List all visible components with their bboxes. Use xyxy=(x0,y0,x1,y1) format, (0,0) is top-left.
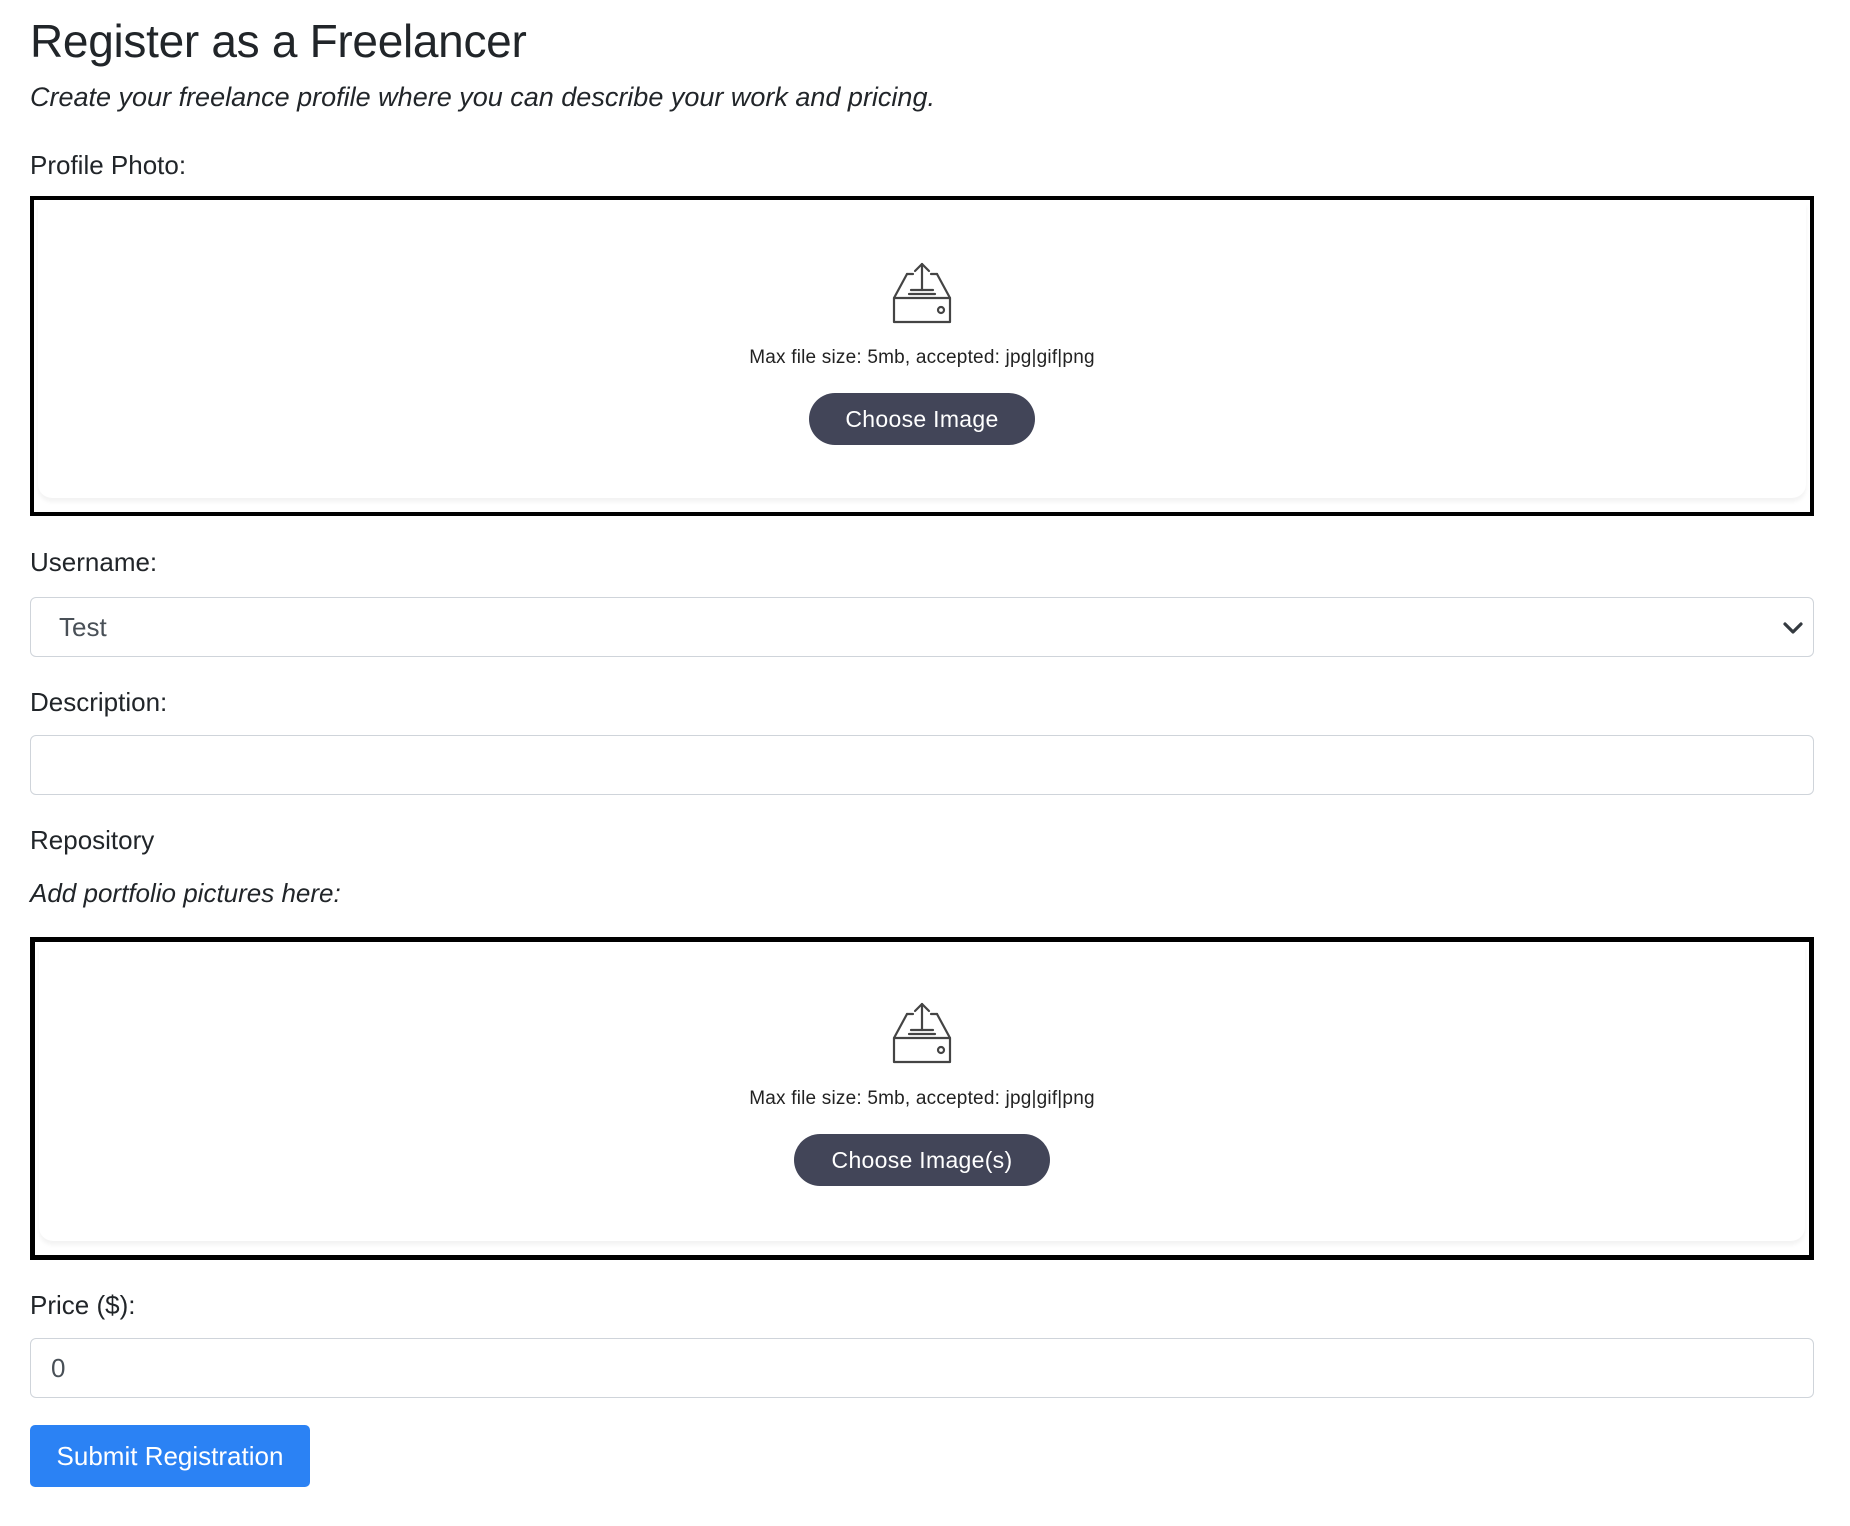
repository-sublabel: Add portfolio pictures here: xyxy=(30,878,341,908)
price-field[interactable] xyxy=(30,1338,1814,1398)
repository-label: Repository xyxy=(30,825,155,855)
price-label: Price ($): xyxy=(30,1290,136,1320)
upload-tray-icon xyxy=(892,262,952,324)
description-field[interactable] xyxy=(30,735,1814,795)
page-subtitle: Create your freelance profile where you … xyxy=(30,82,935,112)
choose-images-button[interactable]: Choose Image(s) xyxy=(794,1134,1050,1186)
submit-registration-button[interactable]: Submit Registration xyxy=(30,1425,310,1487)
page-title: Register as a Freelancer xyxy=(30,15,527,67)
username-label: Username: xyxy=(30,547,158,577)
username-selected-value: Test xyxy=(59,612,107,642)
choose-image-button[interactable]: Choose Image xyxy=(809,393,1035,445)
registration-page: Register as a Freelancer Create your fre… xyxy=(0,0,1850,1526)
chevron-down-icon xyxy=(1783,622,1803,634)
upload-tray-icon xyxy=(892,1002,952,1064)
repository-dropzone[interactable]: Max file size: 5mb, accepted: jpg|gif|pn… xyxy=(30,937,1814,1260)
profile-photo-dropzone[interactable]: Max file size: 5mb, accepted: jpg|gif|pn… xyxy=(30,196,1814,516)
username-select[interactable]: Test xyxy=(30,597,1814,657)
repository-hint: Max file size: 5mb, accepted: jpg|gif|pn… xyxy=(749,1088,1095,1109)
description-label: Description: xyxy=(30,687,168,717)
profile-photo-label: Profile Photo: xyxy=(30,150,187,180)
profile-photo-hint: Max file size: 5mb, accepted: jpg|gif|pn… xyxy=(749,347,1095,368)
